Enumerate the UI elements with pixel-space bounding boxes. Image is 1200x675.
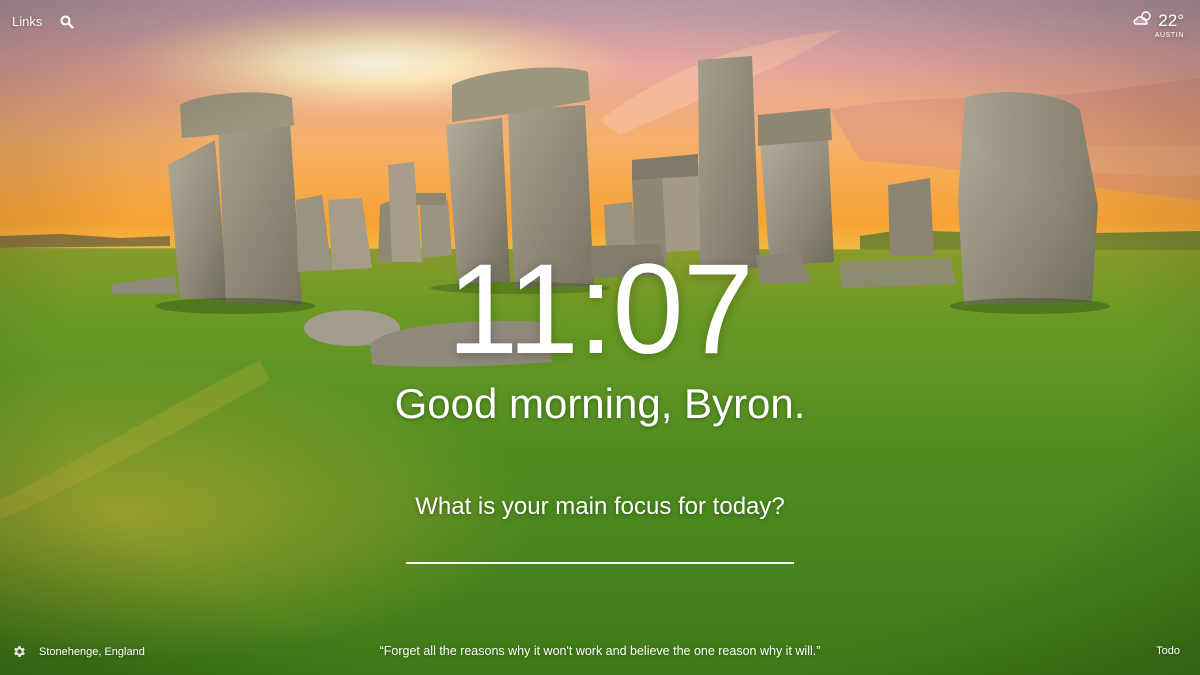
top-left-bar: Links [12,14,74,29]
links-button[interactable]: Links [12,14,42,29]
clock: 11:07 [447,238,754,381]
momentum-new-tab-page: Links 22° AUSTIN 11:07 Good morning, Byr… [0,0,1200,675]
weather-location: AUSTIN [1154,32,1184,39]
focus-input[interactable] [406,534,794,564]
weather-widget[interactable]: 22° AUSTIN [1132,10,1184,39]
focus-prompt: What is your main focus for today? [415,493,785,520]
weather-temperature: 22° [1158,10,1184,30]
daily-quote[interactable]: “Forget all the reasons why it won't wor… [0,644,1200,658]
greeting: Good morning, Byron. [394,380,806,427]
search-icon[interactable] [60,15,74,29]
cloud-sun-icon [1132,10,1154,31]
todo-button[interactable]: Todo [1156,645,1180,657]
